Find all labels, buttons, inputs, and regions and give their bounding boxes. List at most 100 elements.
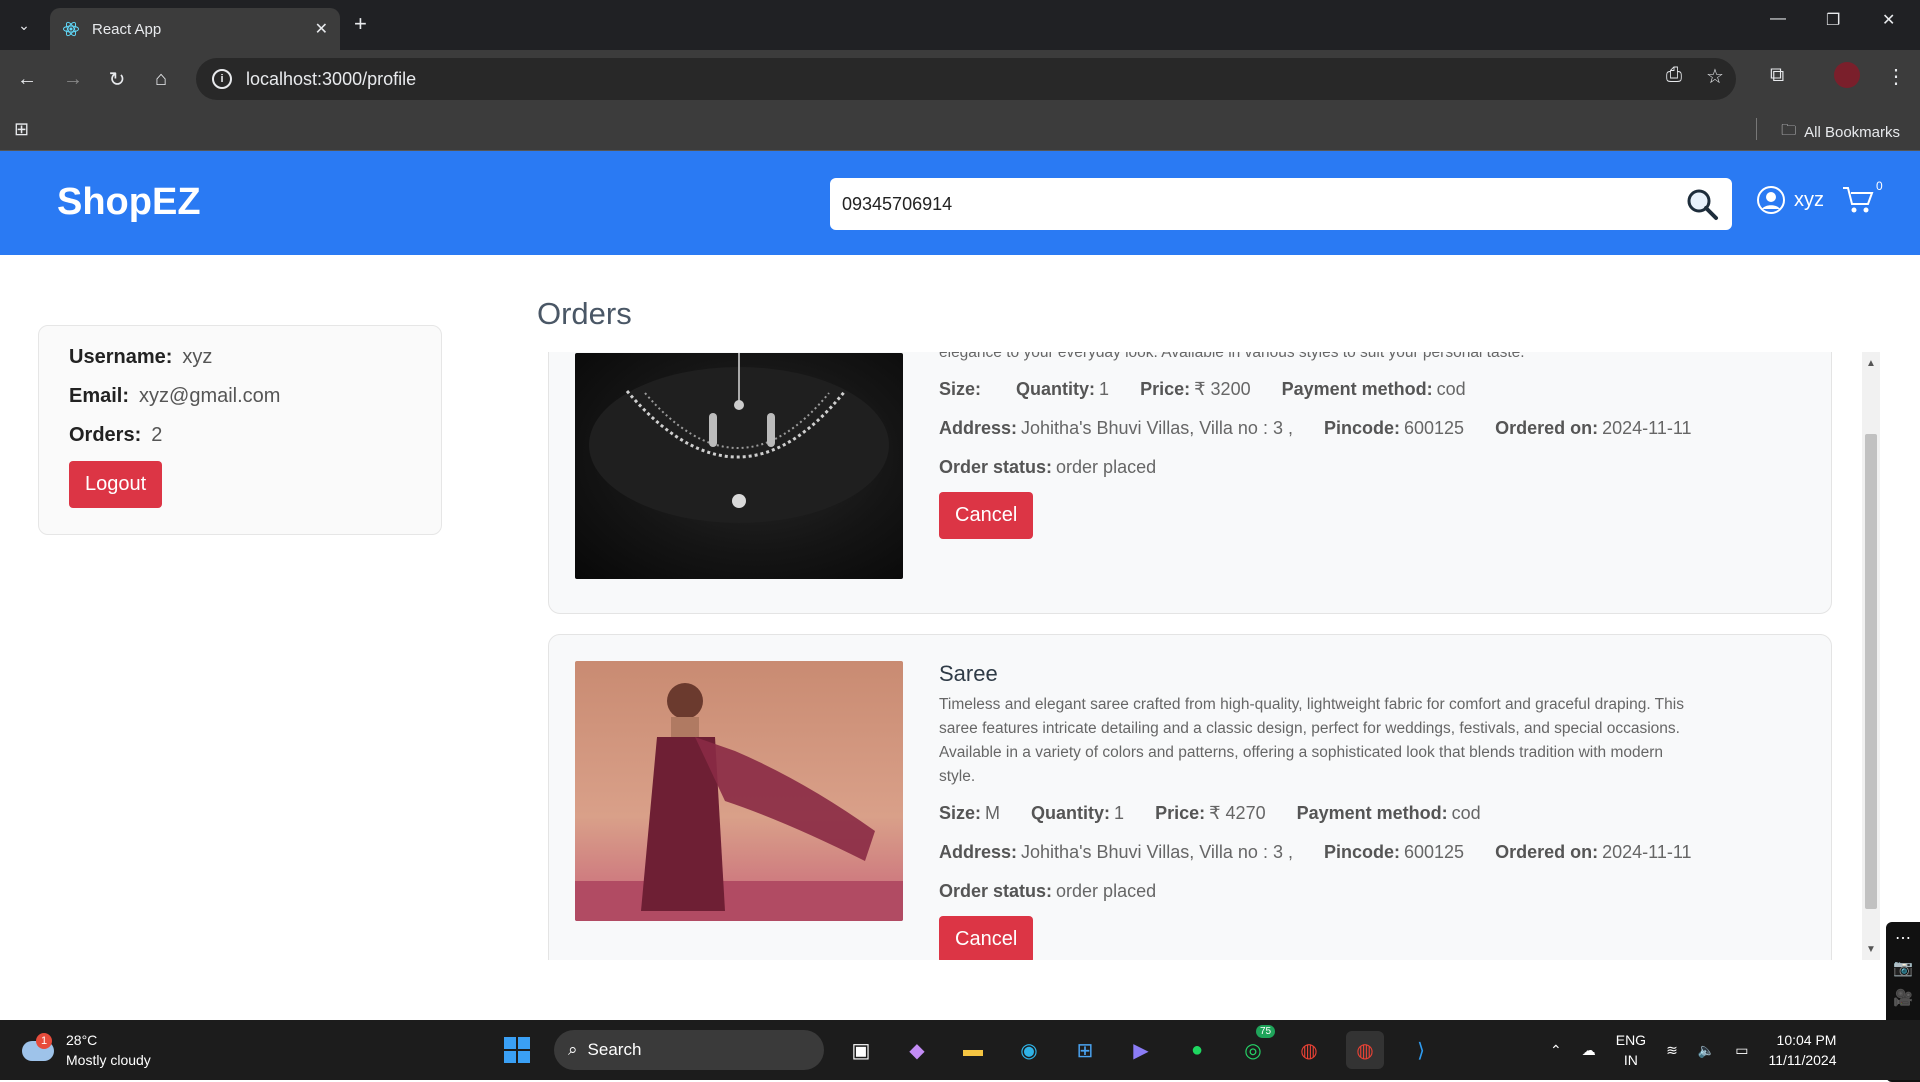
profile-avatar[interactable] bbox=[1834, 62, 1860, 88]
battery-icon[interactable]: ▭ bbox=[1735, 1042, 1748, 1059]
weather-condition: Mostly cloudy bbox=[66, 1052, 151, 1068]
browser-toolbar: ← → ↻ ⌂ i localhost:3000/profile ⎙ ☆ ⧉ ⋮ bbox=[0, 50, 1920, 108]
tab-search-chevron-icon[interactable]: ⌄ bbox=[8, 9, 40, 41]
windows-start-icon[interactable] bbox=[498, 1031, 536, 1069]
ordered-on-value: 2024-11-11 bbox=[1602, 842, 1692, 862]
scroll-down-arrow-icon[interactable]: ▼ bbox=[1866, 944, 1876, 955]
react-logo-icon bbox=[63, 21, 79, 37]
pincode-label: Pincode: bbox=[1323, 418, 1400, 438]
search-icon[interactable] bbox=[1684, 186, 1720, 222]
orders-scrollbar[interactable]: ▲ ▼ bbox=[1862, 352, 1880, 960]
restore-icon[interactable]: ❐ bbox=[1826, 10, 1840, 30]
chrome-icon[interactable]: ◍ bbox=[1290, 1031, 1328, 1069]
price-label: Price: bbox=[1155, 803, 1206, 823]
order-card: Elegant necklace crafted with high-quali… bbox=[548, 352, 1832, 614]
browser-menu-icon[interactable]: ⋮ bbox=[1886, 64, 1906, 89]
camera-icon[interactable]: 📷 bbox=[1893, 958, 1913, 978]
back-arrow-icon[interactable]: ← bbox=[14, 66, 40, 92]
video-icon[interactable]: 🎥 bbox=[1893, 988, 1913, 1008]
minimize-icon[interactable]: — bbox=[1770, 10, 1786, 28]
username-row: Username: xyz bbox=[69, 346, 411, 369]
pincode-value: 600125 bbox=[1404, 418, 1465, 438]
weather-cloud-icon: 1 bbox=[22, 1033, 56, 1067]
media-player-icon[interactable]: ▶ bbox=[1122, 1031, 1160, 1069]
microsoft-store-icon[interactable]: ⊞ bbox=[1066, 1031, 1104, 1069]
copilot-icon[interactable]: ◆ bbox=[898, 1031, 936, 1069]
cancel-order-button[interactable]: Cancel bbox=[939, 916, 1034, 960]
reload-icon[interactable]: ↻ bbox=[104, 66, 130, 92]
new-tab-plus-icon[interactable]: + bbox=[354, 11, 367, 37]
email-row: Email: xyz@gmail.com bbox=[69, 385, 411, 408]
all-bookmarks-button[interactable]: 🗀 All Bookmarks bbox=[1781, 120, 1900, 145]
cart-icon bbox=[1843, 187, 1874, 213]
address-value: Johitha's Bhuvi Villas, Villa no : 3 , bbox=[1021, 842, 1293, 862]
taskbar-search[interactable]: ⌕ Search bbox=[554, 1030, 824, 1070]
region-code: IN bbox=[1623, 1052, 1638, 1068]
browser-tab-bar: ⌄ React App ✕ + — ❐ ✕ bbox=[0, 0, 1920, 50]
search-input-value: 09345706914 bbox=[842, 193, 953, 214]
order-status-line: Order status: order placed bbox=[939, 881, 1699, 902]
brand-logo[interactable]: ShopEZ bbox=[57, 181, 201, 224]
weather-widget[interactable]: 1 28°C Mostly cloudy bbox=[22, 1030, 151, 1070]
home-icon[interactable]: ⌂ bbox=[148, 66, 174, 92]
install-app-icon[interactable]: ⎙ bbox=[1666, 64, 1682, 87]
logout-button[interactable]: Logout bbox=[69, 461, 163, 508]
site-info-icon[interactable]: i bbox=[212, 69, 232, 89]
tray-chevron-icon[interactable]: ⌃ bbox=[1550, 1042, 1562, 1059]
order-product-name: Saree bbox=[939, 661, 998, 686]
price-value: ₹ 4270 bbox=[1209, 803, 1266, 823]
scroll-up-arrow-icon[interactable]: ▲ bbox=[1866, 358, 1876, 369]
orders-count-label: Orders: bbox=[69, 424, 142, 446]
ordered-on-label: Ordered on: bbox=[1495, 842, 1599, 862]
orders-heading: Orders bbox=[537, 296, 632, 331]
task-view-icon[interactable]: ▣ bbox=[842, 1031, 880, 1069]
bookmark-star-icon[interactable]: ☆ bbox=[1706, 64, 1724, 89]
price-value: ₹ 3200 bbox=[1194, 379, 1251, 399]
window-close-icon[interactable]: ✕ bbox=[1882, 10, 1895, 30]
username-value: xyz bbox=[182, 346, 213, 368]
orders-count-row: Orders: 2 bbox=[69, 424, 411, 447]
file-explorer-icon[interactable]: ▬ bbox=[954, 1031, 992, 1069]
order-info: Elegant necklace crafted with high-quali… bbox=[939, 352, 1699, 539]
cart-button[interactable]: 0 bbox=[1842, 179, 1883, 220]
clock-date: 11/11/2024 bbox=[1768, 1052, 1837, 1068]
edge-browser-icon[interactable]: ◉ bbox=[1010, 1031, 1048, 1069]
chrome-profile-icon[interactable]: ◍ bbox=[1346, 1031, 1384, 1069]
user-menu[interactable]: xyz bbox=[1756, 185, 1824, 215]
order-description: Timeless and elegant saree crafted from … bbox=[939, 696, 1684, 785]
tab-close-icon[interactable]: ✕ bbox=[315, 19, 328, 39]
order-status-line: Order status: order placed bbox=[939, 457, 1699, 478]
apps-grid-icon[interactable]: ⊞ bbox=[14, 119, 29, 140]
spotify-icon[interactable]: ● bbox=[1178, 1031, 1216, 1069]
wifi-icon[interactable]: ≋ bbox=[1666, 1042, 1678, 1059]
forward-arrow-icon[interactable]: → bbox=[60, 66, 86, 92]
search-input[interactable]: 09345706914 bbox=[830, 178, 1732, 230]
orders-list[interactable]: Elegant necklace crafted with high-quali… bbox=[548, 352, 1856, 960]
ordered-on-label: Ordered on: bbox=[1495, 418, 1599, 438]
order-meta-line: Size: M Quantity: 1 Price: ₹ 4270 Payment m… bbox=[939, 803, 1699, 824]
pincode-label: Pincode: bbox=[1323, 842, 1400, 862]
profile-card: Username: xyz Email: xyz@gmail.com Orders:… bbox=[38, 325, 442, 535]
whatsapp-icon[interactable]: ◎ 75 bbox=[1234, 1025, 1276, 1069]
address-bar[interactable]: i localhost:3000/profile bbox=[196, 58, 1736, 100]
language-indicator[interactable]: ENG IN bbox=[1616, 1030, 1646, 1070]
extensions-puzzle-icon[interactable]: ⧉ bbox=[1770, 64, 1784, 87]
user-circle-icon bbox=[1757, 186, 1785, 214]
necklace-illustration bbox=[589, 353, 889, 523]
link-icon[interactable]: ⋯ bbox=[1895, 928, 1911, 948]
volume-icon[interactable]: 🔈 bbox=[1698, 1042, 1715, 1059]
order-address-line: Address: Johitha's Bhuvi Villas, Villa no… bbox=[939, 842, 1699, 863]
onedrive-icon[interactable]: ☁ bbox=[1582, 1042, 1596, 1059]
quantity-value: 1 bbox=[1099, 379, 1110, 399]
browser-tab[interactable]: React App ✕ bbox=[50, 8, 340, 50]
order-info: Saree Timeless and elegant saree crafted… bbox=[939, 661, 1699, 960]
folder-icon: 🗀 bbox=[1781, 122, 1797, 139]
scrollbar-thumb[interactable] bbox=[1865, 434, 1877, 909]
saree-product-image bbox=[575, 661, 903, 921]
vscode-icon[interactable]: ⟩ bbox=[1402, 1031, 1440, 1069]
language-code: ENG bbox=[1615, 1032, 1647, 1048]
cancel-order-button[interactable]: Cancel bbox=[939, 492, 1034, 539]
ordered-on-value: 2024-11-11 bbox=[1602, 418, 1692, 438]
clock[interactable]: 10:04 PM 11/11/2024 bbox=[1768, 1030, 1836, 1070]
status-label: Order status: bbox=[939, 457, 1053, 477]
